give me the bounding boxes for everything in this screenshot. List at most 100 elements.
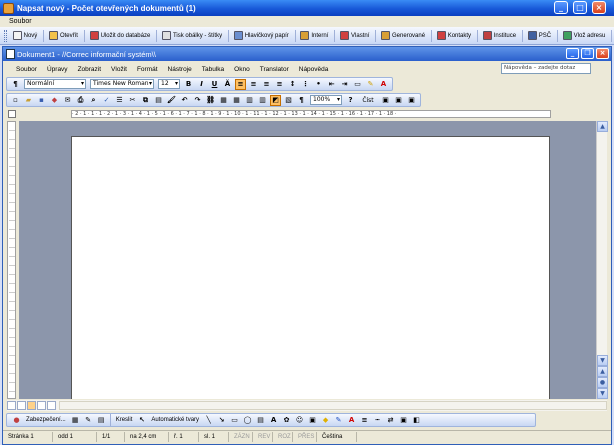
menu-nastroje[interactable]: Nástroje <box>163 66 197 73</box>
permission-icon[interactable]: ◆ <box>49 95 60 106</box>
security-icon[interactable]: ● <box>11 415 22 426</box>
status-rec[interactable]: ZÁZN <box>229 431 253 442</box>
line-spacing-icon[interactable]: ↕ <box>287 79 298 90</box>
justify-button[interactable]: ≡ <box>274 79 285 90</box>
clipart-icon[interactable]: ☺ <box>294 415 305 426</box>
close-button[interactable]: × <box>592 1 606 14</box>
toolbar-grip[interactable] <box>4 29 7 42</box>
menu-tabulka[interactable]: Tabulka <box>197 66 229 73</box>
outer-menu-file[interactable]: Soubor <box>0 18 32 25</box>
font-scale-icon[interactable]: Ă <box>222 79 233 90</box>
cut-icon[interactable]: ✂ <box>127 95 138 106</box>
line-style-icon[interactable]: ≡ <box>359 415 370 426</box>
help-search-input[interactable]: Nápověda – zadejte dotaz <box>501 63 591 74</box>
vertical-scrollbar[interactable]: ▲ ▼ ▲ ● ▼ <box>596 121 608 399</box>
menu-soubor[interactable]: Soubor <box>11 66 42 73</box>
copy-icon[interactable]: ⧉ <box>140 95 151 106</box>
tool-icon-2[interactable]: ✎ <box>83 415 94 426</box>
font-size-select[interactable]: 12 <box>158 79 180 89</box>
spelling-icon[interactable]: ✓ <box>101 95 112 106</box>
undo-icon[interactable]: ↶ <box>179 95 190 106</box>
select-browse-icon[interactable]: ● <box>597 377 608 388</box>
ruler-track[interactable]: · 2 · 1 · 1 · 1 · 2 · 1 · 3 · 1 · 4 · 1 … <box>71 110 551 118</box>
rectangle-icon[interactable]: ▭ <box>229 415 240 426</box>
menu-translator[interactable]: Translator <box>255 66 294 73</box>
research-icon[interactable]: ☰ <box>114 95 125 106</box>
drawing-icon[interactable]: ◩ <box>270 94 281 106</box>
tool-icon-3[interactable]: ▤ <box>96 415 107 426</box>
picture-icon[interactable]: ▣ <box>307 415 318 426</box>
doc-close-button[interactable]: × <box>596 48 609 59</box>
textbox-icon[interactable]: ▤ <box>255 415 266 426</box>
bold-button[interactable]: B <box>183 79 194 90</box>
doc-minimize-button[interactable]: _ <box>566 48 579 59</box>
custom-icon-1[interactable]: ▣ <box>380 95 391 106</box>
select-objects-icon[interactable]: ↖ <box>136 415 147 426</box>
outer-toolbar-button[interactable]: Generované <box>378 29 428 43</box>
horizontal-scrollbar[interactable] <box>59 401 607 410</box>
insert-table-icon[interactable]: ▦ <box>231 95 242 106</box>
prev-page-icon[interactable]: ▲ <box>597 366 608 377</box>
outer-toolbar-button[interactable]: Vlastní <box>337 29 372 43</box>
scroll-down-icon[interactable]: ▼ <box>597 355 608 366</box>
styles-pane-icon[interactable]: ¶ <box>10 79 21 90</box>
redo-icon[interactable]: ↷ <box>192 95 203 106</box>
status-ovr[interactable]: PŘES <box>293 431 317 442</box>
document-page[interactable] <box>71 136 550 399</box>
outline-view-icon[interactable] <box>37 401 46 410</box>
tab-selector[interactable] <box>8 110 16 118</box>
autoshapes-button[interactable]: Automatické tvary <box>151 417 199 423</box>
3d-icon[interactable]: ◧ <box>411 415 422 426</box>
dash-style-icon[interactable]: ┅ <box>372 415 383 426</box>
paste-icon[interactable]: ▤ <box>153 95 164 106</box>
borders-icon[interactable]: ▭ <box>352 79 363 90</box>
outer-toolbar-button[interactable]: Tisk obálky - štítky <box>159 29 225 43</box>
outer-toolbar-button[interactable]: Hlavičkový papír <box>231 29 292 43</box>
show-hide-icon[interactable]: ¶ <box>296 95 307 106</box>
reading-view-icon[interactable] <box>47 401 56 410</box>
font-color-icon[interactable]: A <box>378 79 389 90</box>
insert-excel-icon[interactable]: ▥ <box>244 95 255 106</box>
align-left-button[interactable]: ≡ <box>235 78 246 90</box>
outer-toolbar-button[interactable]: Uložit do databáze <box>87 29 154 43</box>
custom-icon-2[interactable]: ▣ <box>393 95 404 106</box>
menu-upravy[interactable]: Úpravy <box>42 66 73 73</box>
outer-toolbar-button[interactable]: Kontakty <box>434 29 474 43</box>
arrow-icon[interactable]: ↘ <box>216 415 227 426</box>
menu-napoveda[interactable]: Nápověda <box>294 66 334 73</box>
normal-view-icon[interactable] <box>7 401 16 410</box>
open-icon[interactable]: ▰ <box>23 95 34 106</box>
numbering-icon[interactable]: ⋮ <box>300 79 311 90</box>
draw-menu-button[interactable]: Kreslit <box>116 417 133 423</box>
align-center-button[interactable]: ≡ <box>248 79 259 90</box>
status-ext[interactable]: ROZ <box>273 431 293 442</box>
line-icon[interactable]: ╲ <box>203 415 214 426</box>
print-icon[interactable]: ⎙ <box>75 95 86 106</box>
tool-icon-1[interactable]: ▦ <box>70 415 81 426</box>
outer-toolbar-button[interactable]: Nový <box>10 29 41 43</box>
scroll-up-icon[interactable]: ▲ <box>597 121 608 132</box>
outer-toolbar-button[interactable]: Instituce <box>480 29 519 43</box>
app-icon[interactable] <box>3 2 14 14</box>
outer-toolbar-button[interactable]: Otevřít <box>46 29 81 43</box>
shadow-icon[interactable]: ▣ <box>398 415 409 426</box>
menu-vlozit[interactable]: Vložit <box>106 66 132 73</box>
hyperlink-icon[interactable]: ⛓ <box>205 95 216 106</box>
italic-button[interactable]: I <box>196 79 207 90</box>
arrow-style-icon[interactable]: ⇄ <box>385 415 396 426</box>
minimize-button[interactable]: _ <box>554 1 568 14</box>
read-button[interactable]: Číst <box>358 95 378 106</box>
fill-color-icon[interactable]: ◆ <box>320 415 331 426</box>
next-page-icon[interactable]: ▼ <box>597 388 608 399</box>
zoom-select[interactable]: 100% <box>310 95 342 105</box>
style-select[interactable]: Normální <box>24 79 86 89</box>
email-icon[interactable]: ✉ <box>62 95 73 106</box>
menu-zobrazit[interactable]: Zobrazit <box>73 66 106 73</box>
document-map-icon[interactable]: ▧ <box>283 95 294 106</box>
tables-borders-icon[interactable]: ▦ <box>218 95 229 106</box>
new-icon[interactable]: ▫ <box>10 95 21 106</box>
menu-okno[interactable]: Okno <box>229 66 255 73</box>
maximize-button[interactable]: □ <box>573 1 587 14</box>
doc-restore-button[interactable]: ❐ <box>581 48 594 59</box>
font-select[interactable]: Times New Roman <box>90 79 154 89</box>
